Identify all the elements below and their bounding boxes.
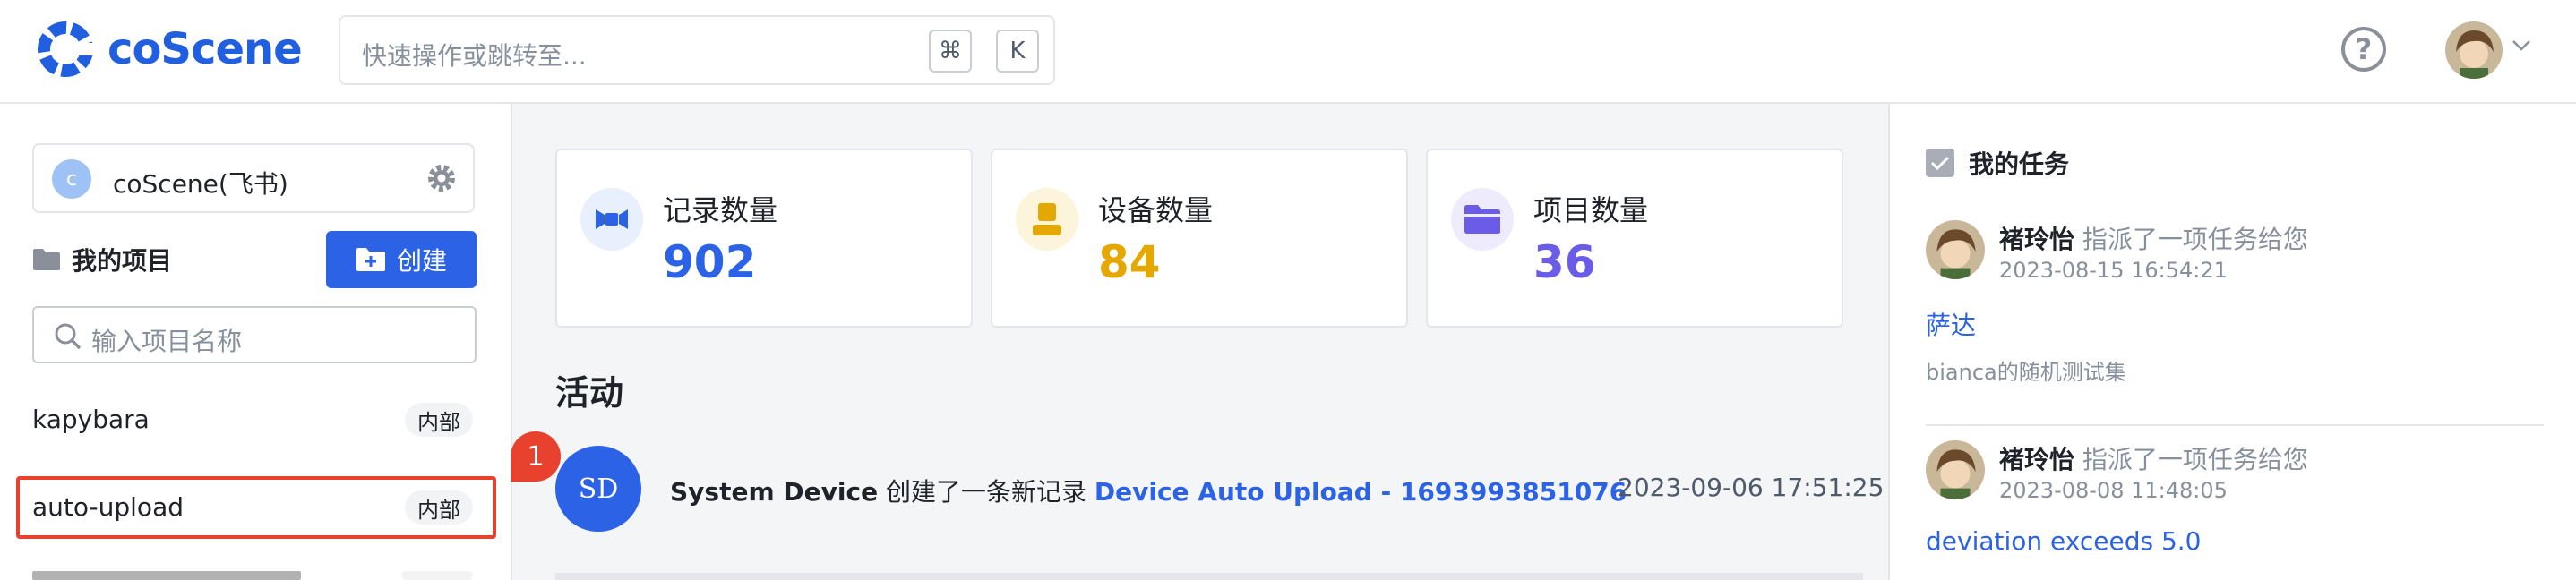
record-icon [580,188,643,251]
task-time: 2023-08-08 11:48:05 [1999,478,2228,503]
activity-title: 活动 [555,373,624,413]
activity-record-link[interactable]: Device Auto Upload - 1693993851076 [1095,477,1627,507]
global-search-input[interactable]: 快速操作或跳转至... ⌘ K [339,15,1055,85]
activity-verb: 创建了一条新记录 [878,477,1095,507]
create-button-label: 创建 [396,246,447,276]
project-name: auto-upload [32,492,184,522]
truncated-project-name [32,571,301,580]
stat-card-devices[interactable]: 设备数量 84 [991,149,1408,328]
project-search-placeholder: 输入项目名称 [91,327,243,356]
task-assigner-name: 褚玲怡 [1999,225,2075,254]
annotation-badge: 1 [511,431,561,482]
logo-text: coScene [107,24,303,74]
project-search-input[interactable]: 输入项目名称 [32,306,477,363]
my-projects-header: 我的项目 [32,242,172,277]
avatar: SD [555,446,641,532]
global-search-placeholder: 快速操作或跳转至... [362,41,587,71]
org-name: coScene(飞书) [113,169,288,199]
org-avatar: c [52,159,91,199]
stat-label: 记录数量 [663,193,778,227]
stat-value: 84 [1098,236,1161,288]
org-selector[interactable]: c coScene(飞书) [32,143,475,213]
project-visibility-tag: 内部 [405,490,473,525]
my-tasks-title: 我的任务 [1969,149,2070,179]
top-bar: coScene 快速操作或跳转至... ⌘ K ? [0,0,2576,104]
project-item-auto-upload[interactable]: auto-upload 内部 [16,476,496,539]
project-item-kapybara[interactable]: kapybara 内部 [18,388,494,451]
activity-text: System Device 创建了一条新记录 Device Auto Uploa… [670,473,1627,508]
project-visibility-tag: 内部 [405,403,473,437]
device-icon [1016,188,1078,251]
project-name: kapybara [32,405,150,434]
chevron-down-icon[interactable] [2512,39,2531,52]
avatar [1926,220,1985,279]
create-project-button[interactable]: 创建 [326,231,477,288]
main-content: 记录数量 902 设备数量 84 项目数量 36 活动 SD 1 System … [511,104,1888,580]
task-subtitle: bianca的随机测试集 [1926,360,2126,385]
coscene-logo-icon [38,21,95,77]
folder-icon [33,249,60,270]
stat-value: 36 [1533,236,1596,288]
divider [555,573,1863,580]
stat-card-records[interactable]: 记录数量 902 [555,149,973,328]
task-title-link[interactable]: 萨达 [1926,306,1976,342]
checkbox-icon [1926,149,1954,177]
avatar [1926,440,1985,499]
cmd-key-hint: ⌘ [929,30,972,72]
my-projects-label: 我的项目 [72,246,173,276]
task-assigner: 褚玲怡 指派了一项任务给您 [1999,440,2308,476]
task-title-link[interactable]: deviation exceeds 5.0 [1926,526,2202,556]
activity-actor[interactable]: System Device [670,477,878,507]
stat-card-projects[interactable]: 项目数量 36 [1426,149,1843,328]
gear-icon[interactable] [425,161,459,195]
task-assigner-name: 褚玲怡 [1999,445,2075,474]
search-icon [55,323,82,350]
help-icon[interactable]: ? [2341,27,2386,72]
my-tasks-panel: 我的任务 褚玲怡 指派了一项任务给您 2023-08-15 16:54:21 萨… [1888,104,2576,580]
task-time: 2023-08-15 16:54:21 [1999,258,2228,283]
logo[interactable]: coScene [36,20,303,79]
stat-label: 项目数量 [1533,193,1649,227]
stat-label: 设备数量 [1098,193,1214,227]
sidebar: c coScene(飞书) 我的项目 创建 输入项目名称 kapybara 内部 [0,104,512,580]
task-action: 指派了一项任务给您 [2074,445,2308,474]
add-folder-icon [356,248,385,271]
activity-item[interactable]: SD 1 System Device 创建了一条新记录 Device Auto … [511,431,1884,535]
activity-time: 2023-09-06 17:51:25 [1618,473,1885,502]
my-tasks-header: 我的任务 [1926,145,2069,181]
k-key-hint: K [996,30,1039,72]
folder-icon [1451,188,1514,251]
task-action: 指派了一项任务给您 [2074,225,2308,254]
truncated-project-tag [401,571,473,580]
task-assigner: 褚玲怡 指派了一项任务给您 [1999,220,2308,256]
stat-value: 902 [663,236,757,288]
project-item-partial[interactable] [18,566,494,580]
divider [1926,424,2544,426]
user-avatar[interactable] [2445,21,2503,79]
